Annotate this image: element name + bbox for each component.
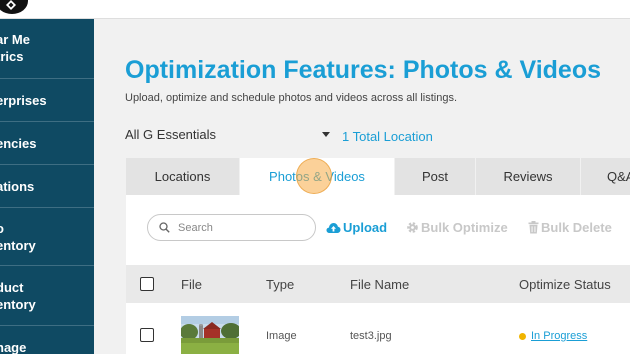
sidebar-item-label: ar Me trics	[0, 32, 30, 64]
upload-button[interactable]: Upload	[326, 220, 387, 235]
tab-locations[interactable]: Locations	[126, 158, 240, 195]
search-input[interactable]	[178, 220, 308, 236]
sidebar-item-label: ations	[0, 179, 35, 194]
logo-icon[interactable]	[0, 0, 28, 14]
bulk-delete-button[interactable]: Bulk Delete	[528, 220, 612, 235]
table-header: File Type File Name Optimize Status	[126, 265, 630, 303]
page-title: Optimization Features: Photos & Videos	[125, 56, 601, 85]
column-header-file-name: File Name	[350, 277, 410, 292]
page-subtitle: Upload, optimize and schedule photos and…	[125, 92, 458, 104]
sidebar-item-photo-inventory[interactable]: o entory	[0, 208, 94, 266]
upload-label: Upload	[343, 220, 388, 235]
file-thumbnail[interactable]	[181, 316, 239, 354]
photos-videos-panel: Upload Bulk Optimize Bulk Delete File Ty…	[126, 195, 630, 354]
bulk-delete-label: Bulk Delete	[541, 220, 612, 235]
optimize-status-link[interactable]: In Progress	[531, 330, 587, 342]
search-icon	[159, 222, 170, 233]
table-row: Image test3.jpg In Progress	[126, 303, 630, 354]
page-title-bold: Optimization Features:	[125, 56, 396, 84]
sidebar-item-manage[interactable]: nage	[0, 326, 94, 354]
gear-icon	[407, 222, 418, 233]
trash-icon	[528, 221, 539, 234]
sidebar-item-label: duct entory	[0, 280, 36, 312]
cloud-upload-icon	[326, 223, 341, 233]
column-header-type: Type	[266, 277, 295, 292]
cell-file-name: test3.jpg	[350, 330, 392, 342]
cell-type: Image	[266, 330, 297, 342]
search-box[interactable]	[147, 214, 316, 241]
sidebar-item-enterprises[interactable]: erprises	[0, 79, 94, 122]
page-title-section: Photos & Videos	[395, 56, 602, 84]
tab-post[interactable]: Post	[395, 158, 476, 195]
top-bar	[0, 0, 630, 19]
row-checkbox[interactable]	[140, 328, 154, 342]
tab-reviews[interactable]: Reviews	[476, 158, 581, 195]
sidebar-item-label: encies	[0, 136, 37, 151]
bulk-optimize-label: Bulk Optimize	[421, 220, 508, 235]
bulk-optimize-button[interactable]: Bulk Optimize	[406, 220, 508, 235]
tab-qa[interactable]: Q&A	[581, 158, 630, 195]
select-all-checkbox[interactable]	[140, 277, 154, 291]
sidebar-item-locations[interactable]: ations	[0, 165, 94, 208]
sidebar-item-metrics[interactable]: ar Me trics	[0, 19, 94, 79]
caret-down-icon	[322, 132, 330, 137]
main-content: Optimization Features: Photos & Videos U…	[94, 19, 630, 354]
column-header-file: File	[181, 277, 202, 292]
location-count-link[interactable]: 1 Total Location	[342, 129, 433, 144]
essentials-select-value: All G Essentials	[125, 127, 217, 142]
status-dot	[519, 333, 526, 340]
sidebar-item-label: nage	[0, 340, 27, 354]
essentials-select[interactable]: All G Essentials	[125, 127, 330, 142]
sidebar-item-label: erprises	[0, 93, 47, 108]
sidebar-item-label: o entory	[0, 221, 36, 253]
column-header-optimize-status: Optimize Status	[519, 277, 611, 292]
sidebar-item-product-inventory[interactable]: duct entory	[0, 266, 94, 326]
sidebar: ar Me trics erprises encies ations o ent…	[0, 19, 94, 354]
cursor-click-indicator	[296, 158, 332, 194]
sidebar-item-agencies[interactable]: encies	[0, 122, 94, 165]
